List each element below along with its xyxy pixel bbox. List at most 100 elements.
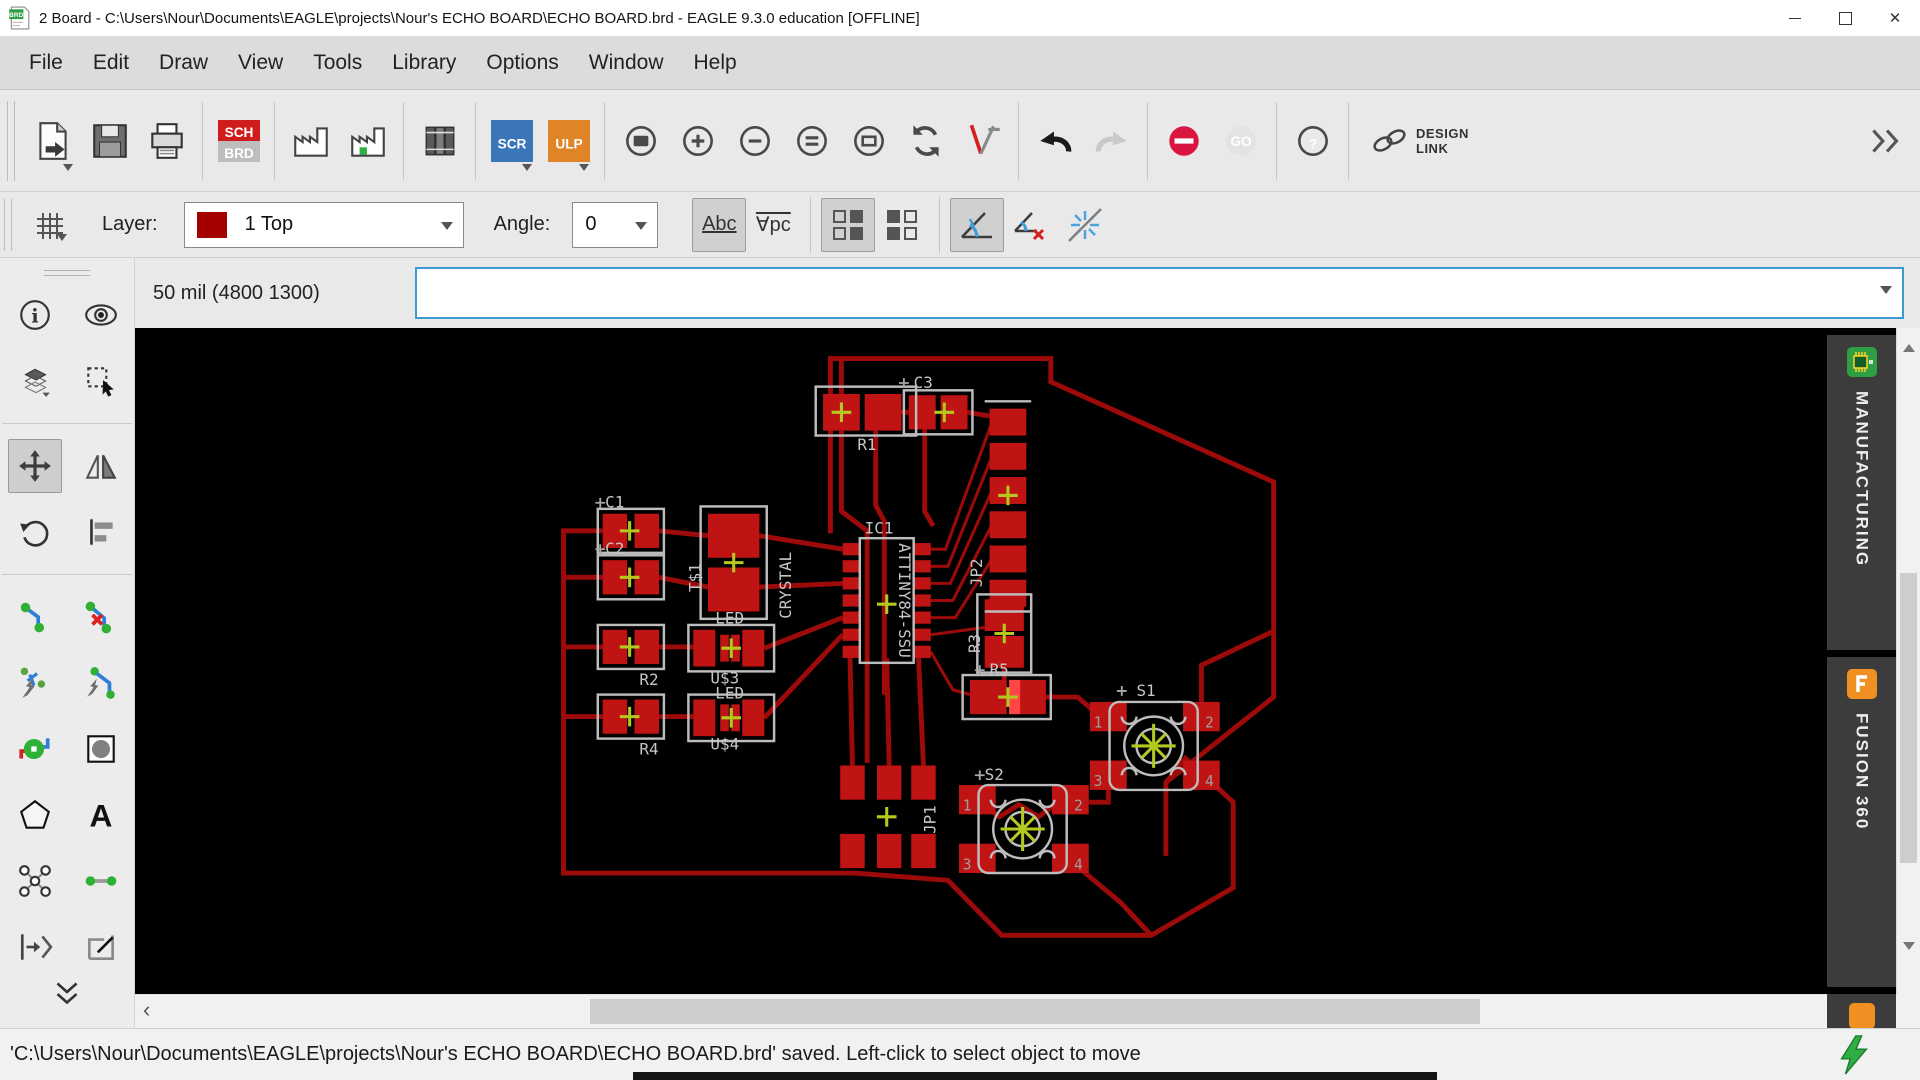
group-select-button[interactable]: [74, 354, 128, 408]
via-tool-button[interactable]: [8, 722, 62, 776]
ratsnest-airwires-button[interactable]: [954, 101, 1011, 181]
align-tool-button[interactable]: [74, 505, 128, 559]
text-hide-button[interactable]: ∀pc: [746, 198, 800, 252]
circle-tool-button[interactable]: [74, 722, 128, 776]
maximize-button[interactable]: [1820, 0, 1870, 36]
run-script-button[interactable]: SCR: [483, 101, 540, 181]
parameter-toolbar: Layer: 1 Top Angle: 0 Abc ∀pc: [0, 192, 1920, 258]
tab-partial[interactable]: [1827, 994, 1896, 1028]
scroll-down-icon[interactable]: [1903, 942, 1915, 956]
tab-manufacturing[interactable]: MANUFACTURING: [1827, 335, 1896, 650]
menu-help[interactable]: Help: [679, 51, 752, 75]
library-button[interactable]: [411, 101, 468, 181]
taskbar-peek: [633, 1072, 1437, 1080]
sync-bolt-icon[interactable]: [1834, 1034, 1874, 1076]
toolbar-separator: [604, 101, 605, 180]
run-ulp-button[interactable]: ULP: [540, 101, 597, 181]
unroute-tool-button[interactable]: [74, 656, 128, 710]
redo-button[interactable]: [1083, 101, 1140, 181]
board-canvas[interactable]: R1 C3 JP2 C1 C2 T$1 CRYSTAL IC1 ATTINY84-SSU R2 LE…: [135, 328, 1827, 994]
horizontal-scroll-thumb[interactable]: [590, 999, 1480, 1024]
menu-bar: File Edit Draw View Tools Library Option…: [0, 36, 1920, 90]
tab-fusion-360[interactable]: FUSION 360: [1827, 657, 1896, 987]
go-icon: GO: [1225, 125, 1256, 156]
text-tool-button[interactable]: A: [74, 788, 128, 842]
ratsnest-tool-button[interactable]: [8, 854, 62, 908]
svg-text:ATTINY84-SSU: ATTINY84-SSU: [895, 543, 914, 658]
double-chevron-down-icon: [56, 982, 78, 1005]
svg-text:4: 4: [1074, 856, 1083, 873]
text-display-button[interactable]: Abc: [692, 197, 747, 252]
move-icon: [19, 450, 51, 482]
layer-label: Layer:: [102, 213, 158, 235]
miter-split-tool-button[interactable]: [8, 656, 62, 710]
menu-draw[interactable]: Draw: [144, 51, 223, 75]
cam-processor-button[interactable]: [282, 101, 339, 181]
zoom-in-button[interactable]: [669, 101, 726, 181]
toolbar-separator: [202, 101, 203, 180]
miter-corner-tool-button[interactable]: [74, 920, 128, 974]
print-icon: [150, 122, 183, 159]
svg-text:S1: S1: [1136, 681, 1155, 700]
menu-file[interactable]: File: [14, 51, 78, 75]
help-button[interactable]: ?: [1284, 101, 1341, 181]
vertical-scrollbar[interactable]: [1896, 328, 1920, 994]
scroll-left-icon[interactable]: ‹: [143, 997, 150, 1023]
grid-button[interactable]: [22, 198, 76, 252]
info-tool-button[interactable]: i: [8, 288, 62, 342]
menu-edit[interactable]: Edit: [78, 51, 144, 75]
show-tool-button[interactable]: [74, 288, 128, 342]
save-button[interactable]: [81, 101, 138, 181]
zoom-redraw-button[interactable]: [897, 101, 954, 181]
switch-to-schematic-button[interactable]: SCH BRD: [210, 101, 267, 181]
angle-snap-on-button[interactable]: [950, 197, 1005, 252]
command-input[interactable]: [417, 281, 1880, 305]
more-tools-button[interactable]: [40, 974, 94, 1012]
spark-icon: [1068, 207, 1103, 242]
wire-tool-button[interactable]: [74, 854, 128, 908]
print-button[interactable]: [138, 101, 195, 181]
zoom-fit-button[interactable]: [612, 101, 669, 181]
rotate-tool-button[interactable]: [8, 505, 62, 559]
menu-options[interactable]: Options: [471, 51, 573, 75]
snap-points-button[interactable]: [1058, 198, 1112, 252]
mirror-tool-button[interactable]: [74, 439, 128, 493]
route-tool-button[interactable]: [8, 590, 62, 644]
vertical-scroll-thumb[interactable]: [1900, 573, 1917, 863]
scroll-up-icon[interactable]: [1903, 338, 1915, 352]
toolbar-overflow-button[interactable]: [1857, 101, 1914, 181]
undo-button[interactable]: [1026, 101, 1083, 181]
zoom-out-button[interactable]: [726, 101, 783, 181]
zoom-exact-button[interactable]: [783, 101, 840, 181]
text-icon: A: [90, 798, 113, 833]
minimize-button[interactable]: [1770, 0, 1820, 36]
layer-select[interactable]: 1 Top: [183, 201, 464, 248]
quadrant-right-button[interactable]: [821, 197, 876, 252]
close-button[interactable]: ✕: [1870, 0, 1920, 36]
svg-text:R5: R5: [990, 660, 1009, 679]
design-link-button[interactable]: DESIGN LINK: [1370, 121, 1469, 161]
menu-window[interactable]: Window: [574, 51, 679, 75]
menu-tools[interactable]: Tools: [298, 51, 377, 75]
polygon-tool-button[interactable]: [8, 788, 62, 842]
info-icon: i: [20, 300, 50, 330]
display-layers-button[interactable]: [8, 354, 62, 408]
new-board-button[interactable]: [24, 101, 81, 181]
move-tool-button[interactable]: [8, 439, 62, 493]
menu-view[interactable]: View: [223, 51, 298, 75]
stop-button[interactable]: [1155, 101, 1212, 181]
close-icon: ✕: [1888, 10, 1902, 27]
angle-snap-off-button[interactable]: [1004, 198, 1058, 252]
toolbar-separator: [1147, 101, 1148, 180]
split-wire-icon: [20, 667, 46, 698]
angle-select[interactable]: 0: [572, 201, 659, 248]
quadrant-left-button[interactable]: [875, 198, 929, 252]
menu-library[interactable]: Library: [377, 51, 471, 75]
assembly-variants-button[interactable]: [339, 101, 396, 181]
meander-tool-button[interactable]: [8, 920, 62, 974]
horizontal-scrollbar[interactable]: ‹: [135, 994, 1827, 1028]
go-button[interactable]: GO: [1212, 101, 1269, 181]
zoom-exact-icon: [796, 125, 827, 156]
zoom-select-button[interactable]: [840, 101, 897, 181]
ripup-tool-button[interactable]: [74, 590, 128, 644]
